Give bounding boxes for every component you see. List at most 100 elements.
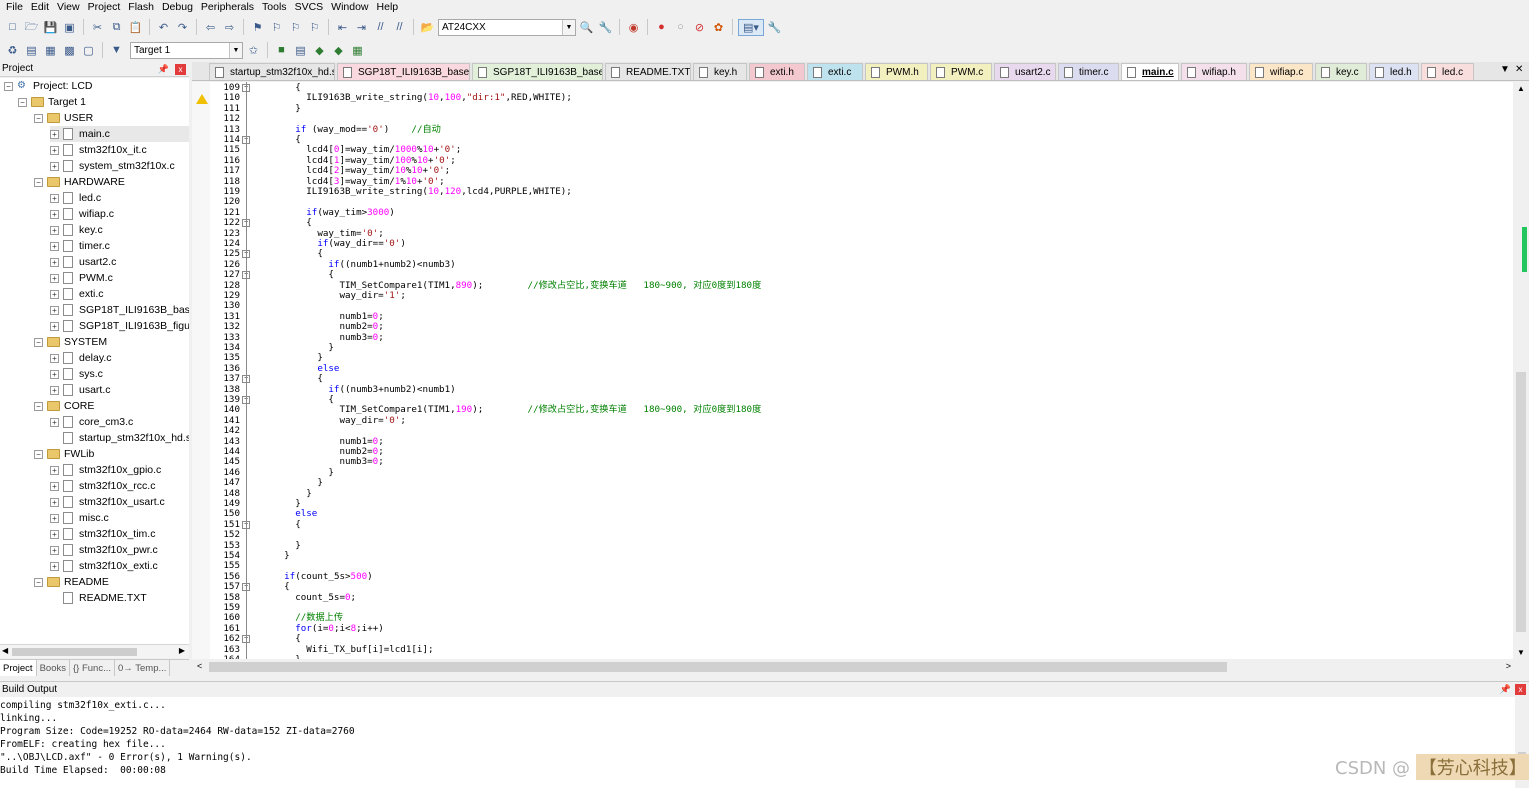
select-packs-icon[interactable]: ◆ — [330, 42, 347, 59]
save-all-icon[interactable]: ▣ — [61, 19, 78, 36]
editor-tab[interactable]: wifiap.c — [1249, 63, 1313, 80]
uncomment-icon[interactable]: // — [391, 19, 408, 36]
expand-icon[interactable]: + — [50, 241, 59, 251]
find-in-files-icon[interactable]: 📂 — [419, 19, 436, 36]
tree-file[interactable]: + delay.c — [50, 350, 112, 366]
run-time-environment-icon[interactable]: ▦ — [349, 42, 366, 59]
menu-help[interactable]: Help — [373, 0, 403, 15]
menu-flash[interactable]: Flash — [124, 0, 158, 15]
tree-file[interactable]: + PWM.c — [50, 270, 113, 286]
scroll-left-icon[interactable]: ◀ — [2, 646, 8, 655]
editor-tab[interactable]: PWM.c — [930, 63, 992, 80]
collapse-icon[interactable]: − — [18, 97, 27, 107]
tab-list-icon[interactable]: ▼ — [1500, 64, 1510, 75]
tree-file[interactable]: + led.c — [50, 190, 101, 206]
batch-build-icon[interactable]: ▩ — [61, 42, 78, 59]
expand-icon[interactable]: + — [50, 145, 59, 155]
project-horizontal-scrollbar[interactable]: ◀ ▶ — [0, 644, 189, 658]
tree-file[interactable]: + SGP18T_ILI9163B_base.c — [50, 302, 189, 318]
expand-icon[interactable]: + — [50, 481, 59, 491]
window-layout-icon[interactable]: ▤▾ — [738, 18, 764, 36]
configure-icon[interactable]: 🔧 — [597, 19, 614, 36]
code-editor[interactable]: 109− {110 ILI9163B_write_string(10,100,"… — [192, 82, 1513, 659]
expand-icon[interactable]: + — [50, 561, 59, 571]
undo-icon[interactable]: ↶ — [155, 19, 172, 36]
menu-file[interactable]: File — [2, 0, 27, 15]
collapse-icon[interactable]: − — [34, 113, 43, 123]
tree-group[interactable]: − USER — [34, 110, 93, 126]
tree-file[interactable]: + exti.c — [50, 286, 104, 302]
tree-file[interactable]: + stm32f10x_pwr.c — [50, 542, 158, 558]
tree-group[interactable]: − README — [34, 574, 109, 590]
breakpoint-icon[interactable]: ● — [653, 19, 670, 36]
open-file-icon[interactable]: 🗁 — [23, 19, 40, 36]
next-bookmark-icon[interactable]: ⚐ — [287, 19, 304, 36]
scroll-up-icon[interactable]: ▲ — [1517, 84, 1525, 93]
comment-icon[interactable]: // — [372, 19, 389, 36]
warning-icon[interactable] — [196, 94, 208, 104]
collapse-icon[interactable]: − — [34, 337, 43, 347]
tab-project[interactable]: Project — [0, 660, 37, 676]
expand-icon[interactable]: + — [50, 529, 59, 539]
find-combo[interactable]: AT24CXX ▼ — [438, 18, 576, 36]
new-file-icon[interactable]: □ — [4, 19, 21, 36]
expand-icon[interactable]: + — [50, 465, 59, 475]
tree-file[interactable]: + misc.c — [50, 510, 109, 526]
collapse-icon[interactable]: − — [34, 577, 43, 587]
tree-file[interactable]: + stm32f10x_tim.c — [50, 526, 155, 542]
scroll-right-icon[interactable]: > — [1506, 661, 1511, 671]
pin-icon[interactable]: 📌 — [158, 62, 169, 76]
kill-breakpoints-icon[interactable]: ⊘ — [691, 19, 708, 36]
expand-icon[interactable]: + — [50, 193, 59, 203]
expand-icon[interactable]: + — [50, 513, 59, 523]
tree-file[interactable]: + usart.c — [50, 382, 111, 398]
menu-svcs[interactable]: SVCS — [291, 0, 328, 15]
tree-file[interactable]: + usart2.c — [50, 254, 116, 270]
close-icon[interactable]: x — [1515, 684, 1526, 695]
clear-bookmarks-icon[interactable]: ⚐ — [306, 19, 323, 36]
tree-file[interactable]: + SGP18T_ILI9163B_figure.c — [50, 318, 189, 334]
tree-file[interactable]: + system_stm32f10x.c — [50, 158, 175, 174]
translate-icon[interactable]: ♻ — [4, 42, 21, 59]
scroll-right-icon[interactable]: ▶ — [179, 646, 185, 655]
collapse-icon[interactable]: − — [34, 177, 43, 187]
unindent-icon[interactable]: ⇥ — [353, 19, 370, 36]
tree-file[interactable]: + core_cm3.c — [50, 414, 133, 430]
cut-icon[interactable]: ✂ — [89, 19, 106, 36]
indent-icon[interactable]: ⇤ — [334, 19, 351, 36]
expand-icon[interactable]: + — [50, 161, 59, 171]
editor-tab[interactable]: led.c — [1421, 63, 1474, 80]
pin-icon[interactable]: 📌 — [1500, 682, 1511, 697]
clear-breakpoints-icon[interactable]: ✿ — [710, 19, 727, 36]
tab-functions[interactable]: {} Func... — [70, 660, 116, 676]
tree-group[interactable]: − CORE — [34, 398, 94, 414]
tree-file[interactable]: startup_stm32f10x_hd.s — [50, 430, 189, 446]
scrollbar-thumb[interactable] — [1516, 372, 1526, 632]
scrollbar-thumb[interactable] — [12, 648, 137, 656]
tree-file[interactable]: + key.c — [50, 222, 103, 238]
menu-window[interactable]: Window — [327, 0, 372, 15]
tree-file[interactable]: README.TXT — [50, 590, 147, 606]
close-icon[interactable]: x — [175, 64, 186, 75]
redo-icon[interactable]: ↷ — [174, 19, 191, 36]
expand-icon[interactable]: + — [50, 545, 59, 555]
editor-tab[interactable]: led.h — [1369, 63, 1419, 80]
collapse-icon[interactable]: − — [34, 449, 43, 459]
tree-target[interactable]: − Target 1 — [18, 94, 86, 110]
collapse-icon[interactable]: − — [4, 81, 13, 91]
download-icon[interactable]: ▼ — [108, 42, 125, 59]
tree-file[interactable]: + stm32f10x_exti.c — [50, 558, 158, 574]
tab-templates[interactable]: 0→ Temp... — [115, 660, 171, 676]
tree-group[interactable]: − HARDWARE — [34, 174, 125, 190]
editor-tab[interactable]: exti.c — [807, 63, 863, 80]
scroll-left-icon[interactable]: < — [197, 661, 202, 671]
expand-icon[interactable]: + — [50, 209, 59, 219]
save-icon[interactable]: 💾 — [42, 19, 59, 36]
bookmark-icon[interactable]: ⚑ — [249, 19, 266, 36]
expand-icon[interactable]: + — [50, 369, 59, 379]
rebuild-icon[interactable]: ▦ — [42, 42, 59, 59]
expand-icon[interactable]: + — [50, 417, 59, 427]
tools-icon[interactable]: 🔧 — [766, 19, 783, 36]
expand-icon[interactable]: + — [50, 257, 59, 267]
chevron-down-icon[interactable]: ▼ — [562, 19, 575, 35]
